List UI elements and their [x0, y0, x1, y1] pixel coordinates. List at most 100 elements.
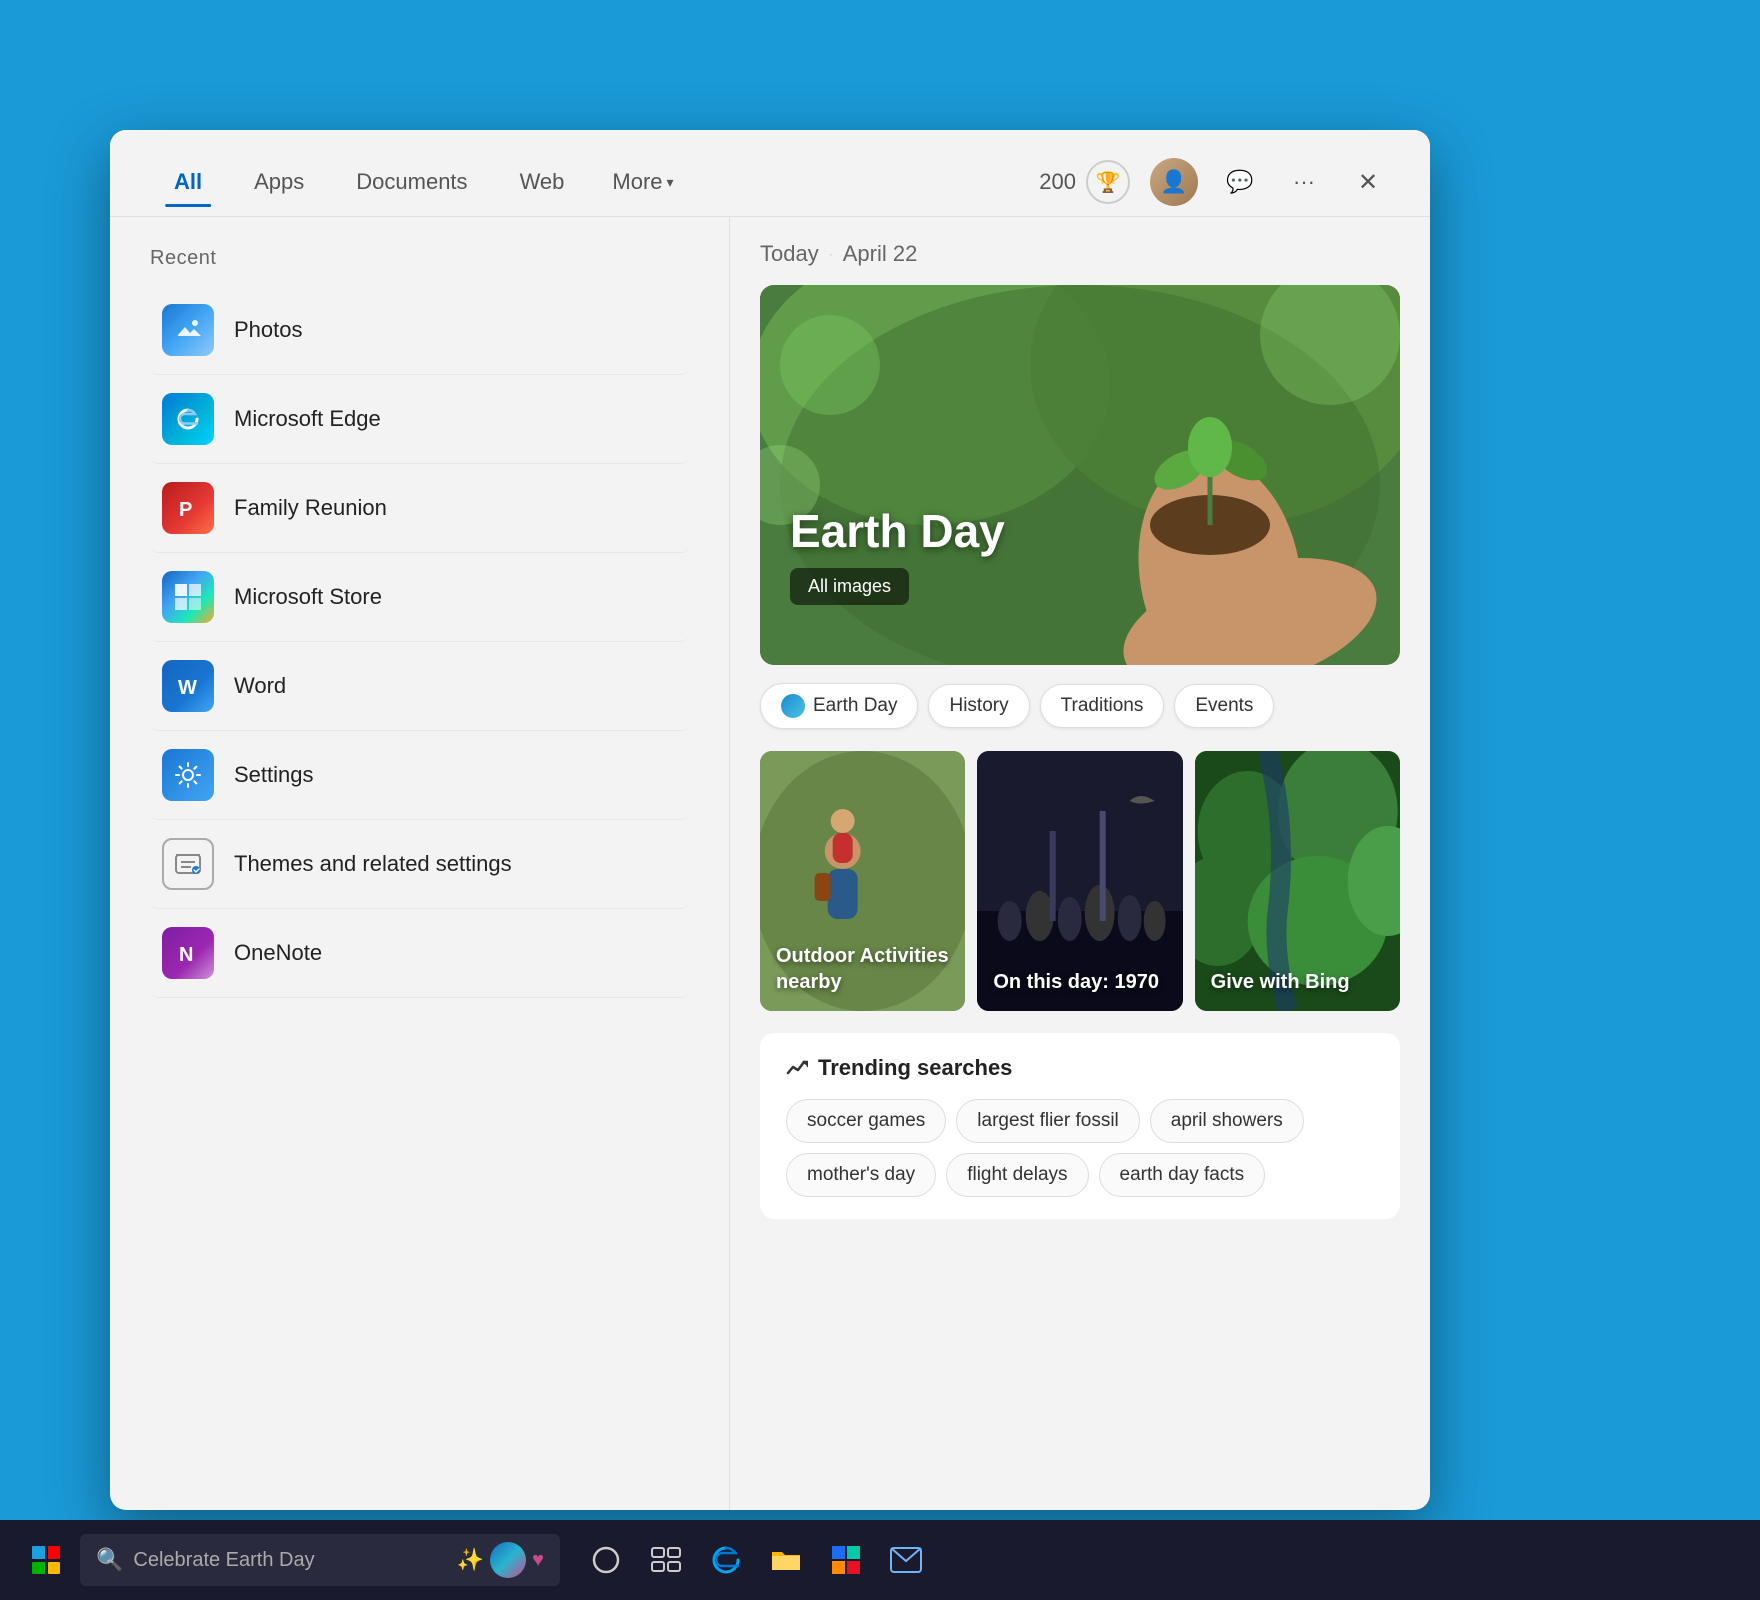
close-icon: ✕	[1358, 168, 1378, 197]
date-value: April 22	[843, 241, 918, 267]
outdoor-card-label: Outdoor Activities nearby	[776, 943, 965, 995]
trend-fossil[interactable]: largest flier fossil	[956, 1099, 1140, 1143]
trending-tags: soccer games largest flier fossil april …	[786, 1099, 1374, 1197]
store-icon	[831, 1545, 861, 1575]
recent-item-store[interactable]: Microsoft Store	[150, 553, 689, 642]
trending-title: Trending searches	[818, 1055, 1012, 1081]
svg-text:N: N	[179, 944, 193, 966]
bing-earth-icon	[490, 1542, 526, 1578]
ellipsis-button[interactable]: ···	[1282, 160, 1326, 204]
tab-all[interactable]: All	[150, 159, 226, 205]
menu-header: All Apps Documents Web More ▾ 200 🏆 👤 💬 …	[110, 130, 1430, 217]
edge-app-name: Microsoft Edge	[234, 406, 381, 432]
left-panel: Recent Photos	[110, 217, 730, 1510]
tab-web[interactable]: Web	[496, 159, 589, 205]
recent-item-settings[interactable]: Settings	[150, 731, 689, 820]
taskbar-app-icons	[578, 1532, 934, 1588]
svg-text:W: W	[178, 677, 197, 699]
onenote-app-name: OneNote	[234, 940, 322, 966]
recent-item-edge[interactable]: Microsoft Edge	[150, 375, 689, 464]
tag-earthday-label: Earth Day	[813, 695, 897, 717]
settings-icon	[162, 749, 214, 801]
hero-image	[760, 285, 1400, 665]
trend-earth-day-facts[interactable]: earth day facts	[1099, 1153, 1266, 1197]
windows-logo-icon	[32, 1546, 60, 1574]
edge-taskbar-button[interactable]	[698, 1532, 754, 1588]
start-menu: All Apps Documents Web More ▾ 200 🏆 👤 💬 …	[110, 130, 1430, 1510]
outdoor-card[interactable]: Outdoor Activities nearby	[760, 751, 965, 1011]
tab-container: All Apps Documents Web More ▾	[150, 159, 1039, 205]
hero-background	[760, 285, 1400, 665]
cortana-icon[interactable]	[578, 1532, 634, 1588]
themes-app-name: Themes and related settings	[234, 851, 512, 877]
tag-events[interactable]: Events	[1174, 684, 1274, 728]
recent-item-photos[interactable]: Photos	[150, 286, 689, 375]
globe-icon	[781, 694, 805, 718]
tab-documents[interactable]: Documents	[332, 159, 491, 205]
circle-outline-icon	[591, 1545, 621, 1575]
tag-row: Earth Day History Traditions Events	[760, 683, 1400, 729]
store-taskbar-button[interactable]	[818, 1532, 874, 1588]
store-app-name: Microsoft Store	[234, 584, 382, 610]
hero-card[interactable]: Earth Day All images	[760, 285, 1400, 665]
settings-app-name: Settings	[234, 762, 314, 788]
date-separator: ·	[829, 247, 833, 261]
right-panel: Today · April 22	[730, 217, 1430, 1510]
date-header: Today · April 22	[760, 241, 1400, 267]
recent-item-themes[interactable]: Themes and related settings	[150, 820, 689, 909]
today-label: Today	[760, 241, 819, 267]
task-view-icon[interactable]	[638, 1532, 694, 1588]
onenote-icon: N	[162, 927, 214, 979]
onthisday-card-label: On this day: 1970	[993, 969, 1159, 995]
trend-mothers-day[interactable]: mother's day	[786, 1153, 936, 1197]
menu-body: Recent Photos	[110, 217, 1430, 1510]
tab-apps[interactable]: Apps	[230, 159, 328, 205]
close-button[interactable]: ✕	[1346, 160, 1390, 204]
mail-taskbar-button[interactable]	[878, 1532, 934, 1588]
recent-item-word[interactable]: W Word	[150, 642, 689, 731]
trending-section: Trending searches soccer games largest f…	[760, 1033, 1400, 1219]
header-actions: 200 🏆 👤 💬 ··· ✕	[1039, 158, 1390, 206]
taskbar-search-bar[interactable]: 🔍 Celebrate Earth Day ✨ ♥	[80, 1534, 560, 1586]
powerpoint-icon: P	[162, 482, 214, 534]
givewithbing-card-label: Give with Bing	[1211, 969, 1350, 995]
recent-item-ppt[interactable]: P Family Reunion	[150, 464, 689, 553]
photos-icon	[162, 304, 214, 356]
file-explorer-button[interactable]	[758, 1532, 814, 1588]
givewithbing-card[interactable]: Give with Bing	[1195, 751, 1400, 1011]
hero-text-overlay: Earth Day All images	[790, 504, 1005, 605]
ppt-app-name: Family Reunion	[234, 495, 387, 521]
mini-cards-grid: Outdoor Activities nearby	[760, 751, 1400, 1011]
points-value: 200	[1039, 169, 1076, 195]
sparkle-icon: ✨	[457, 1547, 484, 1573]
hero-badge[interactable]: All images	[790, 568, 909, 605]
word-icon: W	[162, 660, 214, 712]
recent-item-onenote[interactable]: N OneNote	[150, 909, 689, 998]
onthisday-card[interactable]: On this day: 1970	[977, 751, 1182, 1011]
trend-april-showers[interactable]: april showers	[1150, 1099, 1304, 1143]
avatar-image: 👤	[1150, 158, 1198, 206]
user-avatar[interactable]: 👤	[1150, 158, 1198, 206]
start-button[interactable]	[20, 1534, 72, 1586]
taskbar-search-text: Celebrate Earth Day	[133, 1549, 446, 1572]
tag-history[interactable]: History	[928, 684, 1029, 728]
feedback-button[interactable]: 💬	[1218, 160, 1262, 204]
feedback-icon: 💬	[1226, 169, 1253, 195]
multiwindow-icon	[651, 1547, 681, 1573]
trend-soccer[interactable]: soccer games	[786, 1099, 946, 1143]
tag-traditions[interactable]: Traditions	[1040, 684, 1165, 728]
tag-traditions-label: Traditions	[1061, 695, 1144, 717]
recent-section-title: Recent	[150, 247, 689, 270]
word-app-name: Word	[234, 673, 286, 699]
tab-more[interactable]: More ▾	[592, 159, 693, 205]
recent-list: Photos Microsoft Edge	[150, 286, 689, 998]
themes-icon	[162, 838, 214, 890]
taskbar-search-icons: ✨ ♥	[457, 1542, 544, 1578]
trophy-icon: 🏆	[1086, 160, 1130, 204]
edge-icon	[710, 1544, 742, 1576]
trend-flight-delays[interactable]: flight delays	[946, 1153, 1088, 1197]
points-badge[interactable]: 200 🏆	[1039, 160, 1130, 204]
hero-title: Earth Day	[790, 504, 1005, 558]
trending-header: Trending searches	[786, 1055, 1374, 1081]
tag-earthday[interactable]: Earth Day	[760, 683, 918, 729]
